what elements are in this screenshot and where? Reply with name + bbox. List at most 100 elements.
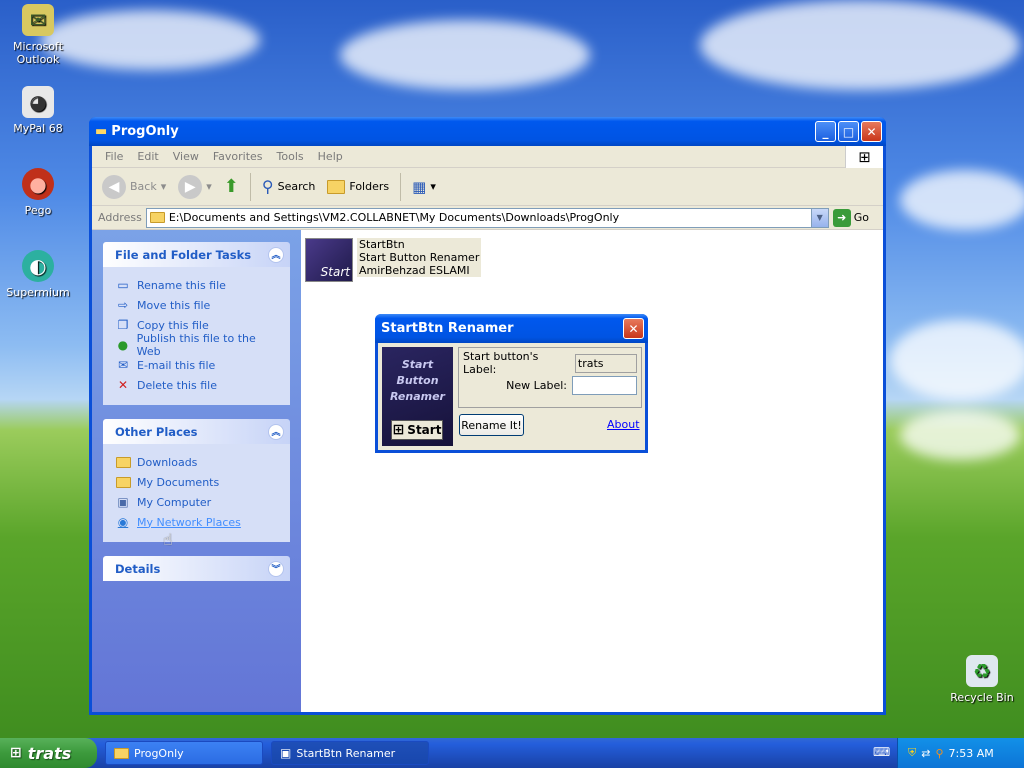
task-label: Publish this file to the Web (136, 332, 256, 358)
menu-help[interactable]: Help (311, 150, 350, 163)
menu-edit[interactable]: Edit (130, 150, 165, 163)
go-button[interactable]: ➜ Go (832, 208, 883, 227)
menu-file[interactable]: File (98, 150, 130, 163)
network-tray-icon[interactable]: ⇄ (921, 747, 930, 760)
folder-up-icon: ⬆ (223, 176, 239, 197)
folder-icon: ▬ (95, 124, 108, 139)
file-author: AmirBehzad ESLAMI (359, 264, 470, 277)
rename-it-button[interactable]: Rename It! (459, 414, 524, 436)
task-email[interactable]: ✉ E-mail this file (115, 355, 280, 375)
file-folder-tasks-header[interactable]: File and Folder Tasks ︽ (103, 242, 290, 267)
outlook-icon: ✉ (22, 4, 54, 36)
other-places-header[interactable]: Other Places ︽ (103, 419, 290, 444)
chevron-down-icon[interactable]: ▼ (810, 208, 828, 227)
search-button[interactable]: ⚲ Search (258, 175, 320, 198)
task-label: Move this file (137, 298, 211, 312)
folders-label: Folders (349, 180, 390, 193)
startbtn-renamer-dialog: StartBtn Renamer ✕ Start Button Renamer … (375, 314, 648, 453)
startbtn-app-icon: Start (305, 238, 353, 282)
start-button[interactable]: ⊞ trats (0, 738, 97, 768)
task-pane: File and Folder Tasks ︽ ▭ Rename this fil… (92, 230, 301, 712)
task-label: Copy this file (137, 318, 209, 332)
task-publish[interactable]: ● Publish this file to the Web (115, 332, 280, 358)
window-title: ProgOnly (111, 124, 179, 139)
search-tray-icon[interactable]: ⚲ (935, 747, 943, 760)
task-progonly[interactable]: ProgOnly (105, 741, 263, 765)
file-item-startbtn[interactable]: Start StartBtn Start Button Renamer Amir… (305, 238, 482, 282)
task-delete[interactable]: ✕ Delete this file (115, 375, 280, 395)
folders-button[interactable]: Folders (323, 178, 393, 196)
group-title: Other Places (115, 424, 198, 439)
go-label: Go (853, 211, 869, 224)
place-my-computer[interactable]: ▣ My Computer (115, 492, 280, 512)
folder-icon (149, 212, 165, 223)
dialog-close-button[interactable]: ✕ (623, 318, 644, 339)
close-button[interactable]: ✕ (861, 121, 882, 142)
computer-icon: ▣ (117, 495, 129, 509)
start-label: trats (27, 743, 72, 763)
windows-logo-icon: ⊞ (845, 146, 883, 168)
new-label-input[interactable] (572, 375, 637, 395)
menu-view[interactable]: View (166, 150, 206, 163)
chevron-down-icon: ▾ (206, 180, 212, 193)
views-button[interactable]: ▦ ▾ (408, 176, 440, 198)
collapse-chevron-icon[interactable]: ︽ (268, 246, 284, 263)
logo-text: Button (396, 374, 439, 387)
collapse-chevron-icon[interactable]: ︽ (268, 423, 284, 440)
clock[interactable]: 7:53 AM (949, 747, 994, 760)
desktop-icon-mypal[interactable]: ◕ MyPal 68 (0, 86, 76, 135)
recycle-bin-icon: ♻ (966, 655, 998, 687)
task-rename[interactable]: ▭ Rename this file (115, 275, 280, 295)
security-shield-icon[interactable]: ⛨ (908, 746, 916, 760)
desktop-icon-label: Microsoft Outlook (12, 40, 64, 66)
up-button[interactable]: ⬆ (220, 174, 243, 199)
menu-tools[interactable]: Tools (270, 150, 311, 163)
place-my-documents[interactable]: My Documents (115, 472, 280, 492)
desktop-icon-supermium[interactable]: ◐ Supermium (0, 250, 76, 299)
place-label: Downloads (137, 455, 198, 469)
supermium-icon: ◐ (22, 250, 54, 282)
place-my-network-places[interactable]: ◉ My Network Places (115, 512, 280, 532)
logo-start-button: ⊞ Start (391, 420, 443, 440)
current-label-caption: Start button's Label: (463, 350, 539, 376)
keyboard-icon[interactable]: ⌨ (873, 745, 890, 759)
about-link[interactable]: About (607, 418, 640, 431)
new-label-caption: New Label: (506, 378, 567, 392)
search-icon: ⚲ (261, 177, 274, 196)
group-title: File and Folder Tasks (115, 247, 252, 262)
task-startbtn-renamer[interactable]: ▣ StartBtn Renamer (271, 741, 429, 765)
file-list-area[interactable]: Start StartBtn Start Button Renamer Amir… (301, 230, 883, 712)
menu-bar: File Edit View Favorites Tools Help ⊞ (92, 146, 883, 168)
desktop-icon-recycle-bin[interactable]: ♻ Recycle Bin (944, 655, 1020, 704)
toolbar-separator (400, 172, 402, 201)
label-panel: Start button's Label: trats New Label: (458, 347, 642, 408)
place-label: My Documents (137, 475, 220, 489)
task-move[interactable]: ⇨ Move this file (115, 295, 280, 315)
file-icon-caption: Start (320, 265, 350, 279)
back-button[interactable]: ◀ Back ▾ (98, 173, 170, 201)
delete-icon: ✕ (117, 378, 129, 392)
documents-folder-icon (115, 476, 131, 488)
menu-favorites[interactable]: Favorites (206, 150, 270, 163)
file-description: Start Button Renamer (359, 251, 480, 264)
desktop-icon-pego[interactable]: ● Pego (0, 168, 76, 217)
move-icon: ⇨ (117, 298, 129, 312)
go-arrow-icon: ➜ (832, 208, 851, 227)
expand-chevron-icon[interactable]: ︾ (268, 560, 284, 577)
startbtn-app-icon: ▣ (280, 746, 292, 760)
desktop-icon-outlook[interactable]: ✉ Microsoft Outlook (0, 4, 76, 66)
details-header[interactable]: Details ︾ (103, 556, 290, 581)
back-arrow-icon: ◀ (102, 174, 126, 199)
chevron-down-icon: ▾ (430, 180, 436, 193)
dialog-titlebar[interactable]: StartBtn Renamer ✕ (375, 314, 648, 343)
address-field[interactable]: E:\Documents and Settings\VM2.COLLABNET\… (145, 207, 829, 228)
desktop-icon-label: MyPal 68 (13, 122, 63, 135)
maximize-button[interactable]: □ (838, 121, 859, 142)
explorer-titlebar[interactable]: ▬ ProgOnly _ □ ✕ (89, 117, 886, 146)
forward-button[interactable]: ▶ ▾ (174, 173, 216, 201)
address-label: Address (98, 211, 142, 224)
rename-icon: ▭ (117, 278, 129, 292)
place-downloads[interactable]: Downloads (115, 452, 280, 472)
desktop-icon-label: Recycle Bin (950, 691, 1014, 704)
minimize-button[interactable]: _ (815, 121, 836, 142)
